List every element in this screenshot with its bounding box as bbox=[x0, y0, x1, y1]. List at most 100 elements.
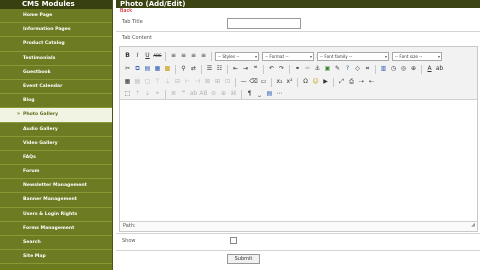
help-icon[interactable]: ? bbox=[343, 64, 352, 74]
split-cells-icon[interactable]: ⊞ bbox=[213, 77, 222, 87]
strikethrough-button[interactable]: ABC bbox=[153, 51, 162, 61]
redo-icon[interactable]: ↷ bbox=[277, 64, 286, 74]
styles-select[interactable]: -- Styles -- ▾ bbox=[215, 51, 259, 61]
unlink-icon[interactable]: ⚮ bbox=[303, 64, 312, 74]
sidebar-item[interactable]: Product Catalog bbox=[0, 37, 112, 52]
insert-row-after-icon[interactable]: ⊥ bbox=[163, 77, 172, 87]
replace-icon[interactable]: ⇄ bbox=[189, 64, 198, 74]
del-icon[interactable]: ⊘ bbox=[209, 89, 218, 99]
horizontal-rule-icon[interactable]: — bbox=[239, 77, 248, 87]
preview-icon[interactable]: ◎ bbox=[399, 64, 408, 74]
resize-grip-icon[interactable]: ◢ bbox=[471, 221, 475, 230]
style-props-icon[interactable]: ≣ bbox=[169, 89, 178, 99]
sidebar-item[interactable]: Forum bbox=[0, 165, 112, 180]
sidebar-item[interactable]: » Photo Gallery bbox=[0, 108, 112, 123]
link-icon[interactable]: ⚭ bbox=[293, 64, 302, 74]
acronym-icon[interactable]: AB bbox=[199, 89, 208, 99]
cell-props-icon[interactable]: ▢ bbox=[143, 77, 152, 87]
sidebar-item[interactable]: Site Map bbox=[0, 250, 112, 265]
underline-button[interactable]: U bbox=[143, 51, 152, 61]
absolute-icon[interactable]: ⌖ bbox=[153, 89, 162, 99]
cleanup-icon[interactable]: ✎ bbox=[333, 64, 342, 74]
tab-title-input[interactable] bbox=[227, 18, 301, 29]
align-left-icon[interactable]: ≡ bbox=[169, 51, 178, 61]
align-right-icon[interactable]: ≡ bbox=[189, 51, 198, 61]
zoom-icon[interactable]: ⊕ bbox=[409, 64, 418, 74]
remove-format-icon[interactable]: ⌫ bbox=[249, 77, 258, 87]
special-char-icon[interactable]: Ω bbox=[301, 77, 310, 87]
align-justify-icon[interactable]: ≡ bbox=[199, 51, 208, 61]
anchor-icon[interactable]: ⚓ bbox=[313, 64, 322, 74]
back-link[interactable]: Back bbox=[116, 8, 480, 15]
direction-rtl-icon[interactable]: ⇠ bbox=[367, 77, 376, 87]
emoticon-icon[interactable]: ☺ bbox=[311, 77, 320, 87]
insert-row-before-icon[interactable]: ⊤ bbox=[153, 77, 162, 87]
ins-icon[interactable]: ⊕ bbox=[219, 89, 228, 99]
insert-col-before-icon[interactable]: ⊢ bbox=[183, 77, 192, 87]
sidebar-item[interactable]: Newsletter Management bbox=[0, 179, 112, 194]
cut-icon[interactable]: ✂ bbox=[123, 64, 132, 74]
superscript-icon[interactable]: x² bbox=[285, 77, 294, 87]
sidebar-item[interactable]: Event Calendar bbox=[0, 79, 112, 95]
undo-icon[interactable]: ↶ bbox=[267, 64, 276, 74]
print-icon[interactable]: ⎙ bbox=[347, 77, 356, 87]
merge-cells-icon[interactable]: ⊡ bbox=[223, 77, 232, 87]
editor-content-area[interactable] bbox=[120, 101, 477, 222]
sidebar-item[interactable]: FAQs bbox=[0, 150, 112, 166]
italic-button[interactable]: I bbox=[133, 51, 142, 61]
paste-word-icon[interactable]: ▩ bbox=[163, 64, 172, 74]
paste-icon[interactable]: ▤ bbox=[143, 64, 152, 74]
delete-row-icon[interactable]: ⊟ bbox=[173, 77, 182, 87]
sidebar-item[interactable]: Video Gallery bbox=[0, 136, 112, 151]
subscript-icon[interactable]: x₂ bbox=[275, 77, 284, 87]
html-icon[interactable]: ◇ bbox=[353, 64, 362, 74]
pagebreak-icon[interactable]: ⋯ bbox=[275, 89, 284, 99]
cite-icon[interactable]: ❞ bbox=[179, 89, 188, 99]
sidebar-item[interactable]: Guestbook bbox=[0, 65, 112, 80]
bold-button[interactable]: B bbox=[123, 51, 132, 61]
font-family-select[interactable]: -- Font family -- ▾ bbox=[317, 51, 389, 61]
delete-col-icon[interactable]: ⊠ bbox=[203, 77, 212, 87]
row-props-icon[interactable]: ▤ bbox=[133, 77, 142, 87]
sidebar-item[interactable]: Home Page bbox=[0, 9, 112, 24]
show-checkbox[interactable] bbox=[230, 237, 237, 244]
direction-ltr-icon[interactable]: ⇢ bbox=[357, 77, 366, 87]
find-icon[interactable]: ⚲ bbox=[179, 64, 188, 74]
insert-time-icon[interactable]: ◷ bbox=[389, 64, 398, 74]
blockquote-icon[interactable]: ❝ bbox=[251, 64, 260, 74]
table-icon[interactable]: ▦ bbox=[123, 77, 132, 87]
numbered-list-icon[interactable]: ☷ bbox=[215, 64, 224, 74]
visual-chars-icon[interactable]: ¶ bbox=[245, 89, 254, 99]
move-forward-icon[interactable]: ⇡ bbox=[133, 89, 142, 99]
text-color-icon[interactable]: A bbox=[425, 64, 434, 74]
format-select[interactable]: -- Format -- ▾ bbox=[262, 51, 314, 61]
insert-date-icon[interactable]: ▥ bbox=[379, 64, 388, 74]
submit-button[interactable]: Submit bbox=[227, 254, 260, 264]
sidebar-item[interactable]: Testimonials bbox=[0, 51, 112, 66]
nonbreaking-icon[interactable]: ⎵ bbox=[255, 89, 264, 99]
template-icon[interactable]: ▤ bbox=[265, 89, 274, 99]
paste-text-icon[interactable]: ▦ bbox=[153, 64, 162, 74]
font-size-select[interactable]: -- Font size -- ▾ bbox=[392, 51, 442, 61]
fullscreen-icon[interactable]: ⤢ bbox=[337, 77, 346, 87]
insert-layer-icon[interactable]: ⬚ bbox=[123, 89, 132, 99]
move-backward-icon[interactable]: ⇣ bbox=[143, 89, 152, 99]
align-center-icon[interactable]: ≡ bbox=[179, 51, 188, 61]
image-icon[interactable]: ▣ bbox=[323, 64, 332, 74]
sidebar-item[interactable]: Banner Management bbox=[0, 193, 112, 208]
visual-aid-icon[interactable]: ▭ bbox=[259, 77, 268, 87]
sidebar-item[interactable]: Forms Management bbox=[0, 221, 112, 236]
sidebar-item[interactable]: Search bbox=[0, 236, 112, 251]
insert-col-after-icon[interactable]: ⊣ bbox=[193, 77, 202, 87]
media-icon[interactable]: ▶ bbox=[321, 77, 330, 87]
attribs-icon[interactable]: ⌘ bbox=[229, 89, 238, 99]
abbr-icon[interactable]: ab bbox=[189, 89, 198, 99]
sidebar-item[interactable]: Information Pages bbox=[0, 23, 112, 38]
sidebar-item[interactable]: Blog bbox=[0, 94, 112, 109]
copy-icon[interactable]: ⧉ bbox=[133, 64, 142, 74]
indent-icon[interactable]: ⇥ bbox=[241, 64, 250, 74]
sidebar-item[interactable]: Audio Gallery bbox=[0, 122, 112, 137]
sidebar-item[interactable]: Users & Login Rights bbox=[0, 207, 112, 222]
background-color-icon[interactable]: ab bbox=[435, 64, 444, 74]
outdent-icon[interactable]: ⇤ bbox=[231, 64, 240, 74]
